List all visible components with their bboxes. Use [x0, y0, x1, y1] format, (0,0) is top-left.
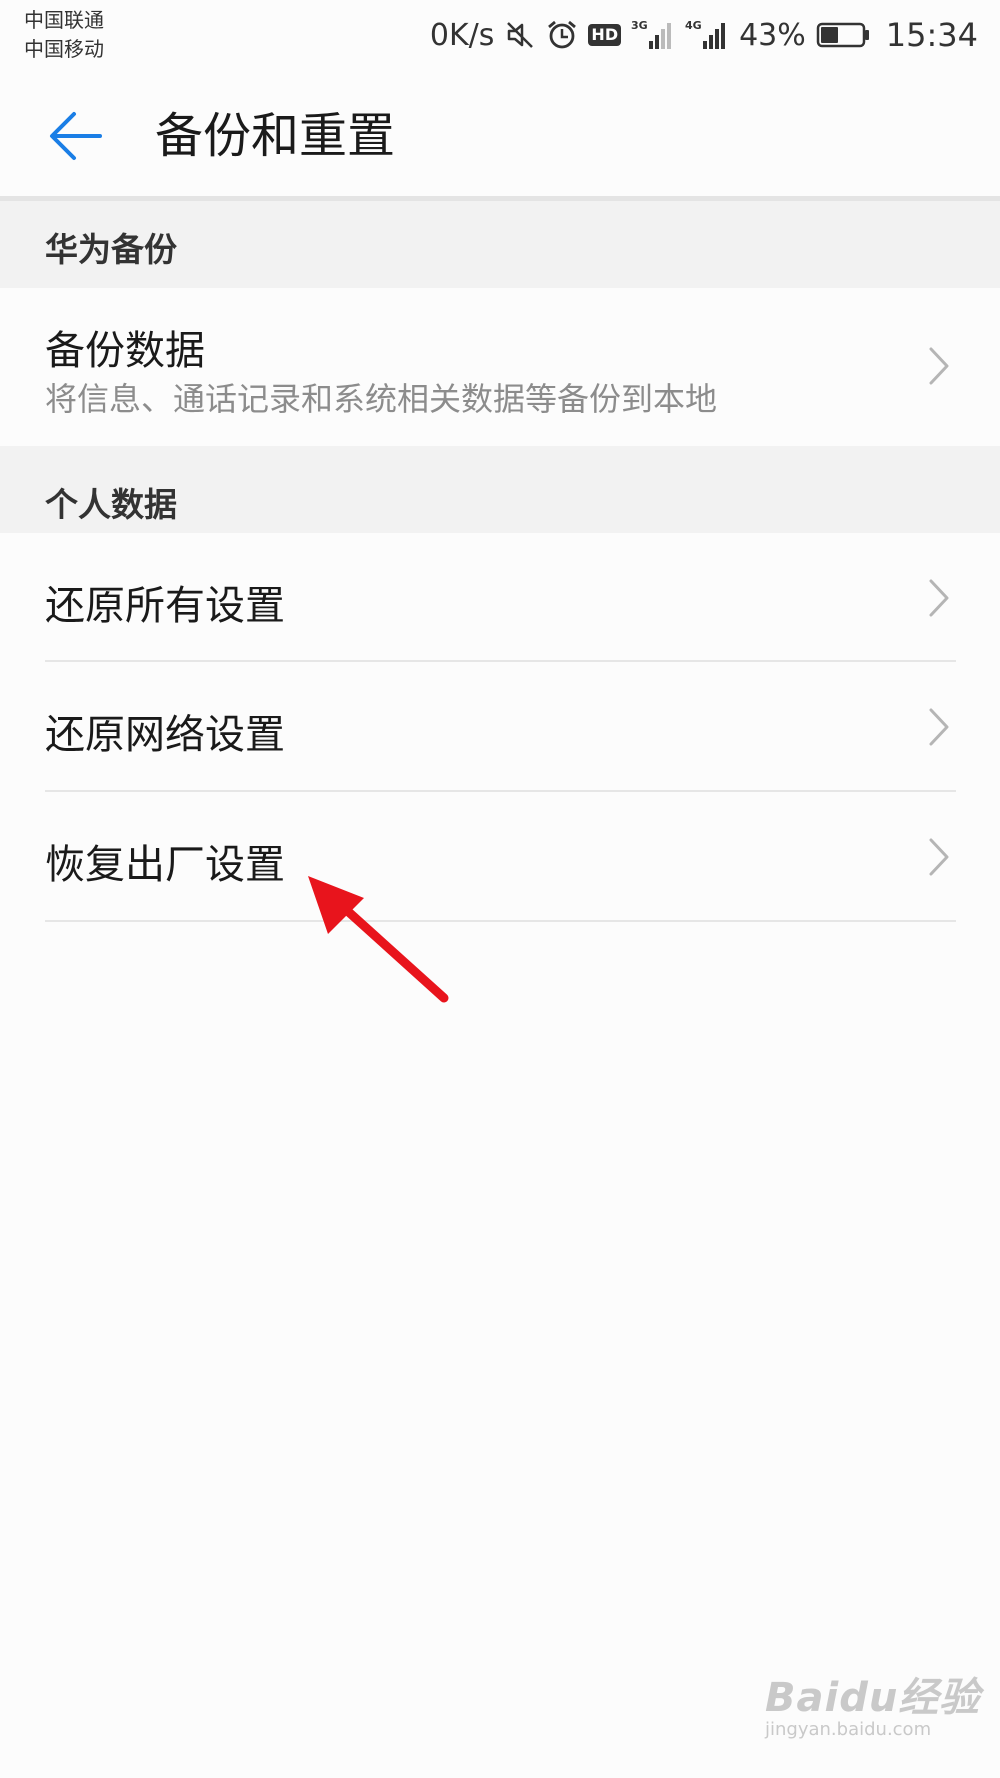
item-title: 还原网络设置: [45, 712, 285, 758]
app-bar: 备份和重置: [0, 70, 1000, 201]
item-subtitle: 将信息、通话记录和系统相关数据等备份到本地: [45, 380, 718, 418]
section-header-label: 个人数据: [45, 485, 177, 524]
item-title: 还原所有设置: [45, 583, 285, 629]
divider: [45, 920, 956, 922]
carrier-info: 中国联通 中国移动: [24, 6, 104, 64]
battery-percent: 43%: [739, 17, 806, 53]
item-title: 恢复出厂设置: [45, 842, 285, 888]
hd-icon: HD: [588, 24, 622, 46]
status-indicators: 0K/s HD 3G 4G 43% 15:34: [430, 10, 978, 60]
alarm-icon: [546, 19, 578, 51]
section-header-label: 华为备份: [45, 230, 177, 269]
section-header-personal-data: 个人数据: [0, 446, 1000, 533]
watermark-logo: Baidu经验: [765, 1675, 981, 1721]
item-title: 备份数据: [45, 328, 205, 374]
list-item-factory-reset[interactable]: 恢复出厂设置: [0, 792, 1000, 922]
mute-icon: [504, 19, 536, 51]
list-item-backup-data[interactable]: 备份数据 将信息、通话记录和系统相关数据等备份到本地: [0, 288, 1000, 446]
page-title: 备份和重置: [155, 108, 396, 164]
list-item-reset-network-settings[interactable]: 还原网络设置: [0, 662, 1000, 792]
arrow-left-icon[interactable]: [48, 108, 104, 164]
net-speed: 0K/s: [429, 17, 495, 53]
signal-3g-icon: 3G: [631, 19, 675, 51]
chevron-right-icon: [929, 838, 949, 876]
chevron-right-icon: [929, 347, 949, 385]
network-2-label: 4G: [685, 19, 702, 32]
list-item-reset-all-settings[interactable]: 还原所有设置: [0, 533, 1000, 662]
network-1-label: 3G: [631, 19, 648, 32]
chevron-right-icon: [929, 708, 949, 746]
chevron-right-icon: [929, 579, 949, 617]
signal-4g-icon: 4G: [685, 19, 729, 51]
battery-icon: [816, 19, 872, 51]
status-bar: 中国联通 中国移动 0K/s HD 3G 4G 43% 15:34: [0, 0, 1000, 70]
watermark: Baidu经验 jingyan.baidu.com: [765, 1665, 981, 1760]
carrier-2: 中国移动: [24, 37, 104, 61]
carrier-1: 中国联通: [24, 8, 104, 32]
section-header-huawei-backup: 华为备份: [0, 201, 1000, 288]
clock: 15:34: [885, 16, 978, 54]
